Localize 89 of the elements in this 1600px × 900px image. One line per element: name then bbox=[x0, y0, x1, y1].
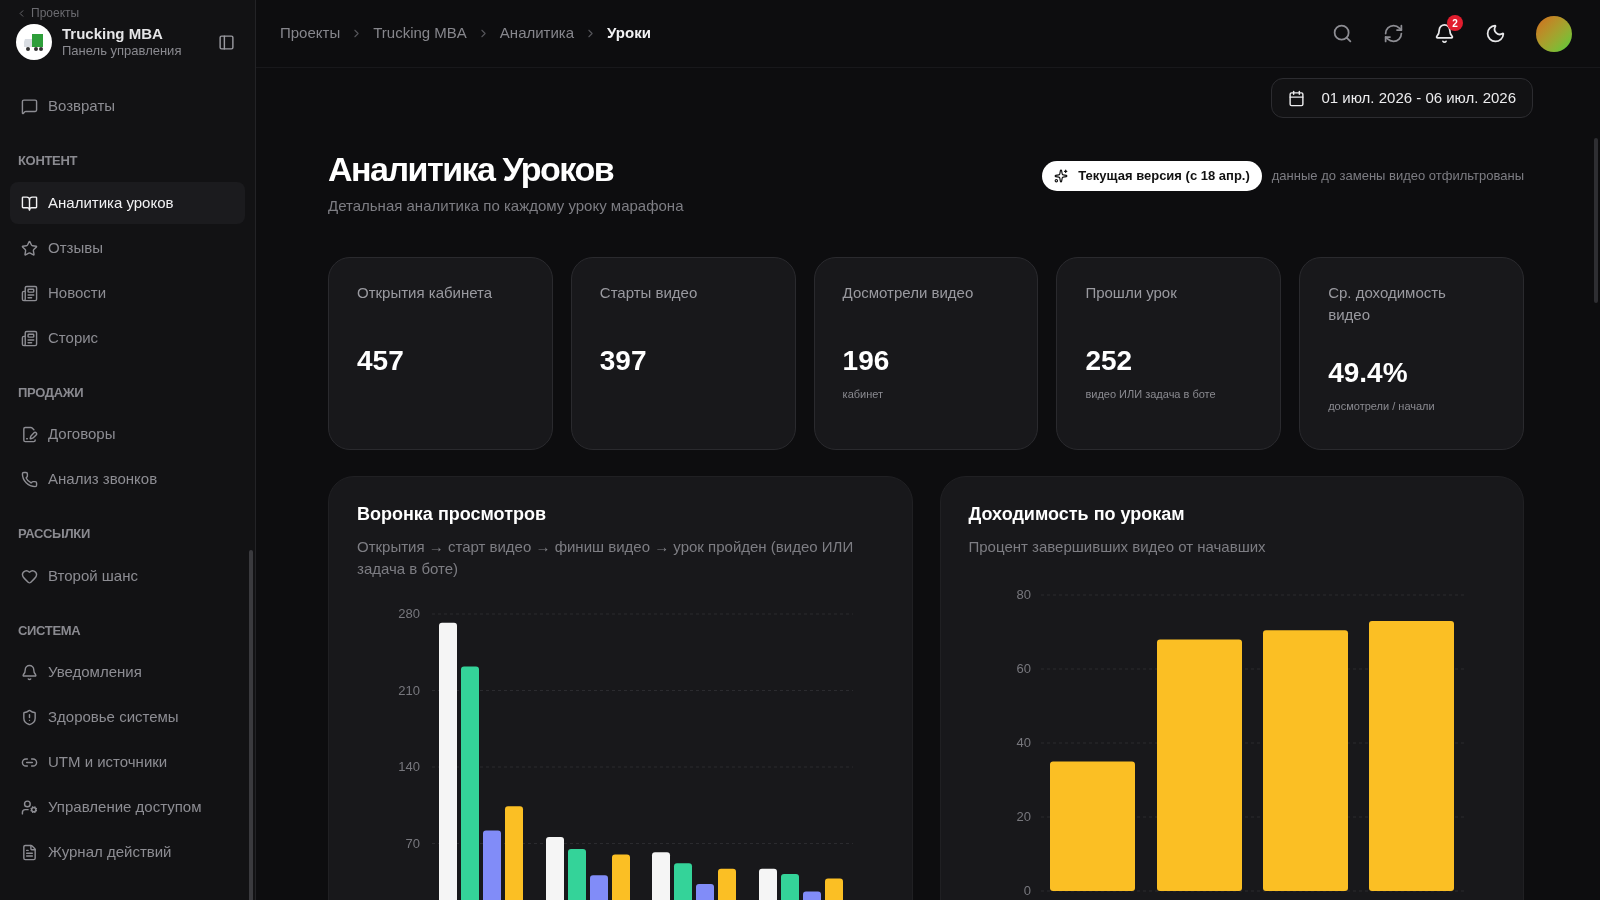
axis-label: 80 bbox=[1016, 587, 1031, 602]
newspaper-icon bbox=[21, 284, 38, 302]
axis-label: 70 bbox=[405, 835, 420, 851]
sidebar-item[interactable]: Журнал действий bbox=[10, 831, 245, 874]
breadcrumb-link[interactable]: Trucking MBA bbox=[373, 22, 467, 45]
bar bbox=[718, 868, 736, 900]
bar bbox=[568, 848, 586, 900]
chart-subtitle: Открытия → старт видео → финиш видео → урок пройден (видео ИЛИ задача в боте) bbox=[357, 537, 855, 579]
stat-value: 252 bbox=[1085, 344, 1134, 378]
stat-note: досмотрели / начали bbox=[1328, 399, 1436, 414]
sidebar-item[interactable]: Здоровье системы bbox=[10, 696, 245, 739]
sidebar-item[interactable]: Анализ звонков bbox=[10, 458, 245, 501]
breadcrumb-link[interactable]: Уроки bbox=[607, 22, 651, 45]
calendar-icon bbox=[1288, 89, 1306, 107]
bell-icon bbox=[21, 664, 38, 681]
sidebar-item[interactable]: Уведомления bbox=[10, 651, 245, 694]
stat-note: кабинет bbox=[842, 387, 885, 402]
bar bbox=[612, 854, 630, 900]
user-avatar[interactable] bbox=[1536, 15, 1572, 52]
section-heading: ПРОДАЖИ bbox=[17, 383, 85, 402]
section-heading: СИСТЕМА bbox=[17, 621, 82, 640]
stat-value: 397 bbox=[599, 344, 648, 378]
project-name: Trucking MBA bbox=[62, 24, 164, 44]
bar bbox=[781, 874, 799, 900]
axis-label: 20 bbox=[1016, 809, 1031, 824]
bar bbox=[696, 883, 714, 900]
user-gear-icon bbox=[21, 799, 38, 816]
stat-label: Открытия кабинета bbox=[357, 283, 494, 303]
page-title: Аналитика Уроков bbox=[328, 149, 615, 190]
notification-badge: 2 bbox=[1447, 15, 1463, 31]
bar bbox=[652, 852, 670, 900]
book-icon bbox=[21, 194, 38, 212]
document-icon bbox=[21, 844, 38, 861]
truck-logo bbox=[16, 24, 52, 60]
stat-label: Ср. доходимость видео bbox=[1328, 283, 1447, 325]
stat-label: Прошли урок bbox=[1085, 283, 1178, 303]
sidebar-item[interactable]: Второй шанс bbox=[10, 555, 245, 597]
sidebar-item[interactable]: Отзывы bbox=[10, 227, 245, 269]
theme-toggle-button[interactable] bbox=[1485, 23, 1506, 44]
document-pen-icon bbox=[21, 426, 38, 443]
sparkles-icon bbox=[1054, 169, 1069, 183]
sidebar-item[interactable]: Новости bbox=[10, 272, 245, 314]
chart-title: Воронка просмотров bbox=[357, 503, 547, 526]
bar bbox=[825, 878, 843, 900]
heart-icon bbox=[21, 567, 38, 585]
stat-value: 196 bbox=[842, 344, 891, 378]
axis-label: 40 bbox=[1016, 735, 1031, 750]
axis-label: 210 bbox=[398, 682, 420, 698]
chat-icon bbox=[21, 98, 38, 115]
axis-label: 140 bbox=[398, 759, 420, 774]
page-subtitle: Детальная аналитика по каждому уроку марафона bbox=[328, 195, 684, 216]
axis-label: 280 bbox=[398, 606, 420, 621]
refresh-button[interactable] bbox=[1383, 23, 1404, 44]
project-subtitle: Панель управления bbox=[62, 43, 183, 60]
chart-subtitle: Процент завершивших видео от начавших bbox=[968, 537, 1267, 557]
bar bbox=[590, 875, 608, 900]
search-button[interactable] bbox=[1332, 23, 1353, 44]
sidebar-item[interactable]: Сторис bbox=[10, 317, 245, 359]
chart-title: Доходимость по урокам bbox=[968, 503, 1186, 526]
section-heading: КОНТЕНТ bbox=[17, 152, 79, 170]
sidebar-item[interactable]: Аналитика уроков bbox=[10, 182, 245, 224]
sidebar-item[interactable]: UTM и источники bbox=[10, 741, 245, 784]
phone-icon bbox=[21, 471, 38, 488]
version-note: данные до замены видео отфильтрованы bbox=[1271, 167, 1524, 186]
shield-icon bbox=[21, 709, 38, 726]
bar bbox=[803, 891, 821, 900]
stat-value: 457 bbox=[357, 344, 405, 378]
bar bbox=[483, 830, 501, 900]
axis-label: 60 bbox=[1016, 661, 1031, 676]
sidebar-item[interactable]: Договоры bbox=[10, 413, 245, 456]
back-link[interactable]: Проекты bbox=[16, 4, 80, 22]
stat-value: 49.4% bbox=[1328, 356, 1409, 390]
version-badge: Текущая версия (с 18 апр.) bbox=[1042, 161, 1262, 191]
stat-label: Досмотрели видео bbox=[842, 283, 975, 303]
bar bbox=[546, 836, 564, 900]
date-range-button[interactable]: 01 июл. 2026 - 06 июл. 2026 bbox=[1271, 78, 1533, 118]
sidebar-item[interactable]: Управление доступом bbox=[10, 786, 245, 829]
bar bbox=[759, 868, 777, 900]
sidebar-item[interactable]: Возвраты bbox=[10, 85, 245, 128]
breadcrumb-link[interactable]: Аналитика bbox=[499, 22, 575, 45]
breadcrumb-link[interactable]: Проекты bbox=[280, 22, 341, 45]
axis-label: 0 bbox=[1023, 883, 1031, 898]
star-icon bbox=[21, 239, 38, 257]
stat-label: Старты видео bbox=[599, 283, 699, 303]
bar bbox=[674, 863, 692, 900]
sidebar-toggle-icon[interactable] bbox=[218, 33, 235, 51]
section-heading: РАССЫЛКИ bbox=[17, 525, 91, 543]
newspaper-icon bbox=[21, 329, 38, 347]
stat-note: видео ИЛИ задача в боте bbox=[1085, 387, 1217, 402]
